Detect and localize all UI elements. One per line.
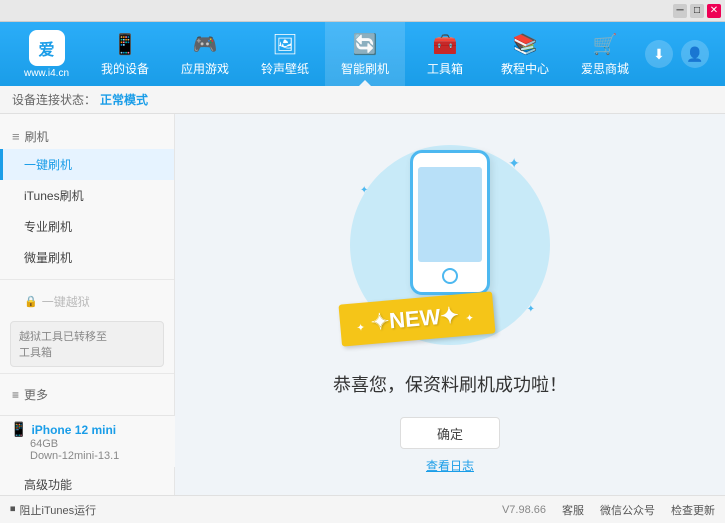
device-phone-icon: 📱 (10, 421, 27, 438)
sidebar-item-advanced[interactable]: 高级功能 (0, 469, 174, 495)
shop-icon: 🛒 (593, 32, 618, 57)
nav-item-toolbox-label: 工具箱 (427, 60, 463, 77)
title-bar: ─ □ ✕ (0, 0, 725, 22)
wechat-link[interactable]: 微信公众号 (600, 502, 655, 518)
version-text: V7.98.66 (502, 504, 546, 516)
jailbreak-info-box: 越狱工具已转移至 工具箱 (10, 321, 164, 367)
logo-icon: 爱 (29, 30, 65, 66)
jailbreak-label: 一键越狱 (42, 293, 90, 310)
nav-item-smart-flash-label: 智能刷机 (341, 60, 389, 77)
tutorial-icon: 📚 (513, 32, 538, 57)
info-line2: 工具箱 (19, 344, 155, 360)
sparkle-1: ✦ (508, 155, 520, 172)
nav-logo[interactable]: 爱 www.i4.cn (8, 30, 85, 79)
save-flash-label: 微量刷机 (24, 251, 72, 265)
bottom-bar: ⏹ 阻止iTunes运行 V7.98.66 客服 微信公众号 检查更新 (0, 495, 725, 523)
device-name: iPhone 12 mini (31, 423, 116, 437)
advanced-label: 高级功能 (24, 478, 72, 492)
close-button[interactable]: ✕ (707, 4, 721, 18)
sidebar-more-section: ≡ 更多 (0, 380, 174, 407)
phone-home-button (442, 268, 458, 284)
sidebar: ≡ 刷机 一键刷机 iTunes刷机 专业刷机 微量刷机 🔒 一键越狱 越狱工具… (0, 114, 175, 495)
device-info: 📱 iPhone 12 mini 64GB Down-12mini-13.1 (0, 415, 175, 467)
device-storage: 64GB (10, 438, 165, 450)
bottom-right: V7.98.66 客服 微信公众号 检查更新 (502, 502, 715, 518)
more-section-icon: ≡ (12, 388, 19, 402)
device-detail: Down-12mini-13.1 (10, 450, 165, 462)
itunes-stop-label: 阻止iTunes运行 (20, 502, 97, 518)
sidebar-item-save-flash[interactable]: 微量刷机 (0, 242, 174, 273)
sidebar-divider-2 (0, 373, 174, 374)
nav-item-apps-games-label: 应用游戏 (181, 60, 229, 77)
nav-items: 📱 我的设备 🎮 应用游戏 🖼 铃声壁纸 🔄 智能刷机 🧰 工具箱 📚 教程中心… (85, 22, 645, 86)
nav-item-smart-flash[interactable]: 🔄 智能刷机 (325, 22, 405, 86)
one-key-flash-label: 一键刷机 (24, 158, 72, 172)
minimize-button[interactable]: ─ (673, 4, 687, 18)
sidebar-item-one-key-flash[interactable]: 一键刷机 (0, 149, 174, 180)
center-panel: ✦ ✦ ✦ ✦NEW✦ 恭喜您，保资料刷机成功啦！ 确定 查看日志 (175, 114, 725, 495)
new-ribbon-text: ✦NEW✦ (370, 302, 460, 335)
maximize-button[interactable]: □ (690, 4, 704, 18)
user-button[interactable]: 👤 (681, 40, 709, 68)
update-link[interactable]: 检查更新 (671, 502, 715, 518)
info-line1: 越狱工具已转移至 (19, 328, 155, 344)
apps-games-icon: 🎮 (193, 32, 218, 57)
nav-item-toolbox[interactable]: 🧰 工具箱 (405, 22, 485, 86)
lock-icon: 🔒 (24, 295, 38, 308)
wallpaper-icon: 🖼 (272, 32, 297, 57)
nav-item-shop-label: 爱思商城 (581, 60, 629, 77)
itunes-stop[interactable]: ⏹ 阻止iTunes运行 (10, 502, 96, 518)
sparkle-3: ✦ (527, 304, 535, 315)
nav-bar: 爱 www.i4.cn 📱 我的设备 🎮 应用游戏 🖼 铃声壁纸 🔄 智能刷机 … (0, 22, 725, 86)
phone-body (410, 150, 490, 295)
nav-item-my-device[interactable]: 📱 我的设备 (85, 22, 165, 86)
nav-item-wallpaper[interactable]: 🖼 铃声壁纸 (245, 22, 325, 86)
view-log-link[interactable]: 查看日志 (426, 457, 474, 474)
success-text: 恭喜您，保资料刷机成功啦！ (333, 371, 567, 397)
sidebar-flash-section: ≡ 刷机 (0, 122, 174, 149)
itunes-flash-label: iTunes刷机 (24, 189, 84, 203)
nav-item-apps-games[interactable]: 🎮 应用游戏 (165, 22, 245, 86)
nav-item-tutorial-label: 教程中心 (501, 60, 549, 77)
sparkle-2: ✦ (360, 185, 368, 196)
logo-text: www.i4.cn (24, 68, 69, 79)
nav-right: ⬇ 👤 (645, 40, 717, 68)
support-link[interactable]: 客服 (562, 502, 584, 518)
nav-item-shop[interactable]: 🛒 爱思商城 (565, 22, 645, 86)
sidebar-divider-1 (0, 279, 174, 280)
sidebar-more-title: 更多 (24, 386, 48, 403)
smart-flash-icon: 🔄 (353, 32, 378, 57)
toolbox-icon: 🧰 (433, 32, 458, 57)
main-content: ≡ 刷机 一键刷机 iTunes刷机 专业刷机 微量刷机 🔒 一键越狱 越狱工具… (0, 114, 725, 495)
my-device-icon: 📱 (113, 32, 138, 57)
sidebar-item-jailbreak: 🔒 一键越狱 (0, 286, 174, 317)
nav-item-my-device-label: 我的设备 (101, 60, 149, 77)
sidebar-flash-title: 刷机 (25, 128, 49, 145)
download-button[interactable]: ⬇ (645, 40, 673, 68)
stop-icon: ⏹ (10, 503, 16, 516)
nav-item-wallpaper-label: 铃声壁纸 (261, 60, 309, 77)
flash-section-icon: ≡ (12, 129, 20, 144)
status-bar: 设备连接状态： 正常模式 (0, 86, 725, 114)
confirm-button[interactable]: 确定 (400, 417, 500, 449)
status-label: 设备连接状态： (12, 91, 96, 108)
sidebar-item-itunes-flash[interactable]: iTunes刷机 (0, 180, 174, 211)
status-value: 正常模式 (100, 91, 148, 108)
nav-item-tutorial[interactable]: 📚 教程中心 (485, 22, 565, 86)
phone-screen (418, 167, 482, 262)
pro-flash-label: 专业刷机 (24, 220, 72, 234)
phone-graphic: ✦ ✦ ✦ ✦NEW✦ (350, 135, 550, 355)
sidebar-item-pro-flash[interactable]: 专业刷机 (0, 211, 174, 242)
